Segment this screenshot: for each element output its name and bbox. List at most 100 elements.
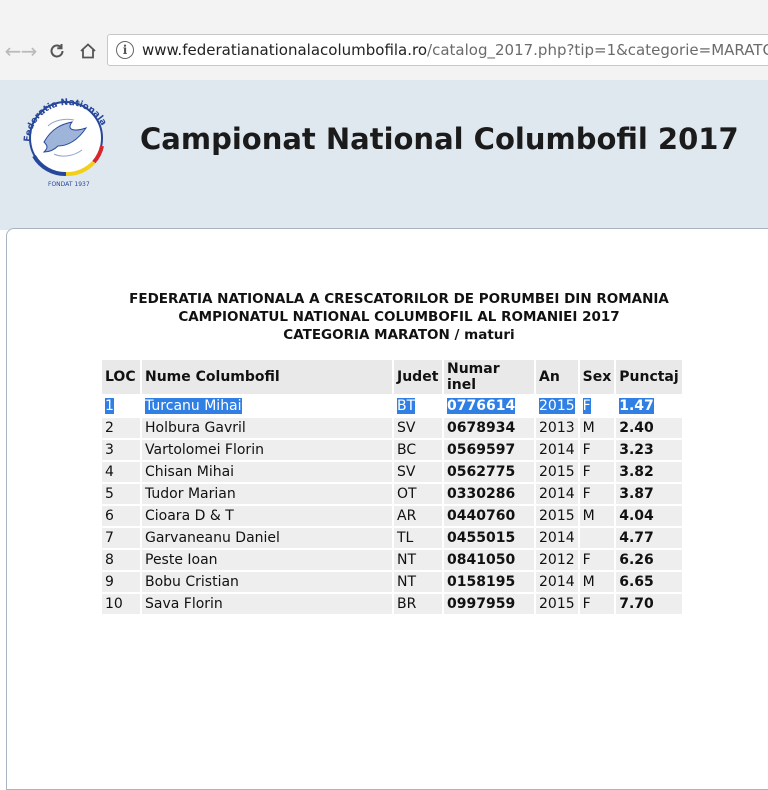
cell-judet: NT [394, 572, 442, 592]
cell-an: 2013 [536, 418, 578, 438]
cell-loc: 10 [102, 594, 140, 614]
heading-line-1: FEDERATIA NATIONALA A CRESCATORILOR DE P… [129, 291, 669, 307]
col-header-an: An [536, 360, 578, 394]
table-row[interactable]: 4 Chisan Mihai SV 0562775 2015 F 3.82 [102, 462, 682, 482]
table-row[interactable]: 9 Bobu Cristian NT 0158195 2014 M 6.65 [102, 572, 682, 592]
cell-punctaj: 3.23 [616, 440, 682, 460]
cell-judet: SV [394, 462, 442, 482]
col-header-loc: LOC [102, 360, 140, 394]
cell-an: 2015 [539, 398, 575, 414]
cell-inel: 0569597 [444, 440, 534, 460]
cell-name: Garvaneanu Daniel [142, 528, 392, 548]
cell-inel: 0997959 [444, 594, 534, 614]
url-path: /catalog_2017.php?tip=1&categorie=MARATO… [427, 41, 768, 59]
col-header-name: Nume Columbofil [142, 360, 392, 394]
cell-judet: OT [394, 484, 442, 504]
cell-judet: SV [394, 418, 442, 438]
cell-an: 2015 [536, 462, 578, 482]
table-row[interactable]: 8 Peste Ioan NT 0841050 2012 F 6.26 [102, 550, 682, 570]
cell-sex: F [579, 594, 615, 614]
cell-name: Cioara D & T [142, 506, 392, 526]
cell-loc: 6 [102, 506, 140, 526]
cell-inel: 0562775 [444, 462, 534, 482]
cell-sex: M [579, 572, 615, 592]
cell-name: Peste Ioan [142, 550, 392, 570]
table-row[interactable]: 2 Holbura Gavril SV 0678934 2013 M 2.40 [102, 418, 682, 438]
cell-loc: 4 [102, 462, 140, 482]
cell-name: Vartolomei Florin [142, 440, 392, 460]
table-row[interactable]: 10 Sava Florin BR 0997959 2015 F 7.70 [102, 594, 682, 614]
cell-sex: F [579, 462, 615, 482]
results-heading: FEDERATIA NATIONALA A CRESCATORILOR DE P… [0, 290, 768, 344]
cell-punctaj: 3.87 [616, 484, 682, 504]
cell-an: 2014 [536, 572, 578, 592]
cell-sex [579, 528, 615, 548]
table-row[interactable]: 1 Turcanu Mihai BT 0776614 2015 F 1.47 [102, 396, 682, 416]
table-header-row: LOC Nume Columbofil Judet Numar inel An … [102, 360, 682, 394]
cell-judet: BR [394, 594, 442, 614]
federation-logo[interactable]: Federatia Nationala Columbofila din Roma… [9, 77, 118, 192]
cell-an: 2015 [536, 506, 578, 526]
cell-name: Chisan Mihai [142, 462, 392, 482]
svg-text:FONDAT 1937: FONDAT 1937 [48, 181, 90, 188]
col-header-punctaj: Punctaj [616, 360, 682, 394]
cell-name: Holbura Gavril [142, 418, 392, 438]
cell-inel: 0158195 [444, 572, 534, 592]
cell-punctaj: 2.40 [616, 418, 682, 438]
cell-inel: 0330286 [444, 484, 534, 504]
cell-an: 2014 [536, 528, 578, 548]
cell-sex: M [579, 418, 615, 438]
url-host: www.federatianationalacolumbofila.ro [142, 41, 428, 59]
cell-loc: 1 [105, 398, 114, 414]
cell-judet: AR [394, 506, 442, 526]
cell-loc: 2 [102, 418, 140, 438]
cell-an: 2015 [536, 594, 578, 614]
cell-name: Turcanu Mihai [145, 398, 242, 414]
cell-loc: 7 [102, 528, 140, 548]
cell-judet: BC [394, 440, 442, 460]
table-row[interactable]: 7 Garvaneanu Daniel TL 0455015 2014 4.77 [102, 528, 682, 548]
heading-line-3: CATEGORIA MARATON / maturi [283, 327, 515, 343]
home-icon[interactable] [75, 38, 101, 64]
cell-loc: 5 [102, 484, 140, 504]
forward-icon[interactable]: → [16, 38, 42, 64]
col-header-sex: Sex [579, 360, 615, 394]
cell-punctaj: 4.04 [616, 506, 682, 526]
cell-punctaj: 3.82 [616, 462, 682, 482]
col-header-judet: Judet [394, 360, 442, 394]
cell-an: 2014 [536, 440, 578, 460]
cell-name: Bobu Cristian [142, 572, 392, 592]
cell-punctaj: 4.77 [616, 528, 682, 548]
cell-judet: TL [394, 528, 442, 548]
cell-punctaj: 6.65 [616, 572, 682, 592]
cell-an: 2012 [536, 550, 578, 570]
table-row[interactable]: 6 Cioara D & T AR 0440760 2015 M 4.04 [102, 506, 682, 526]
col-header-inel: Numar inel [444, 360, 534, 394]
cell-sex: F [579, 484, 615, 504]
table-row[interactable]: 3 Vartolomei Florin BC 0569597 2014 F 3.… [102, 440, 682, 460]
cell-judet: BT [397, 398, 416, 414]
cell-judet: NT [394, 550, 442, 570]
cell-sex: F [582, 398, 591, 414]
heading-line-2: CAMPIONATUL NATIONAL COLUMBOFIL AL ROMAN… [178, 309, 620, 325]
cell-sex: F [579, 550, 615, 570]
cell-loc: 3 [102, 440, 140, 460]
cell-inel: 0841050 [444, 550, 534, 570]
cell-sex: M [579, 506, 615, 526]
reload-icon[interactable] [44, 38, 70, 64]
cell-an: 2014 [536, 484, 578, 504]
info-icon[interactable]: i [116, 41, 134, 59]
cell-punctaj: 7.70 [616, 594, 682, 614]
cell-punctaj: 1.47 [619, 398, 654, 414]
cell-name: Tudor Marian [142, 484, 392, 504]
cell-sex: F [579, 440, 615, 460]
cell-loc: 8 [102, 550, 140, 570]
cell-punctaj: 6.26 [616, 550, 682, 570]
address-bar[interactable]: i www.federatianationalacolumbofila.ro/c… [107, 34, 768, 66]
cell-inel: 0678934 [444, 418, 534, 438]
cell-inel: 0776614 [447, 398, 516, 414]
table-row[interactable]: 5 Tudor Marian OT 0330286 2014 F 3.87 [102, 484, 682, 504]
cell-name: Sava Florin [142, 594, 392, 614]
results-table: LOC Nume Columbofil Judet Numar inel An … [100, 358, 684, 616]
cell-loc: 9 [102, 572, 140, 592]
